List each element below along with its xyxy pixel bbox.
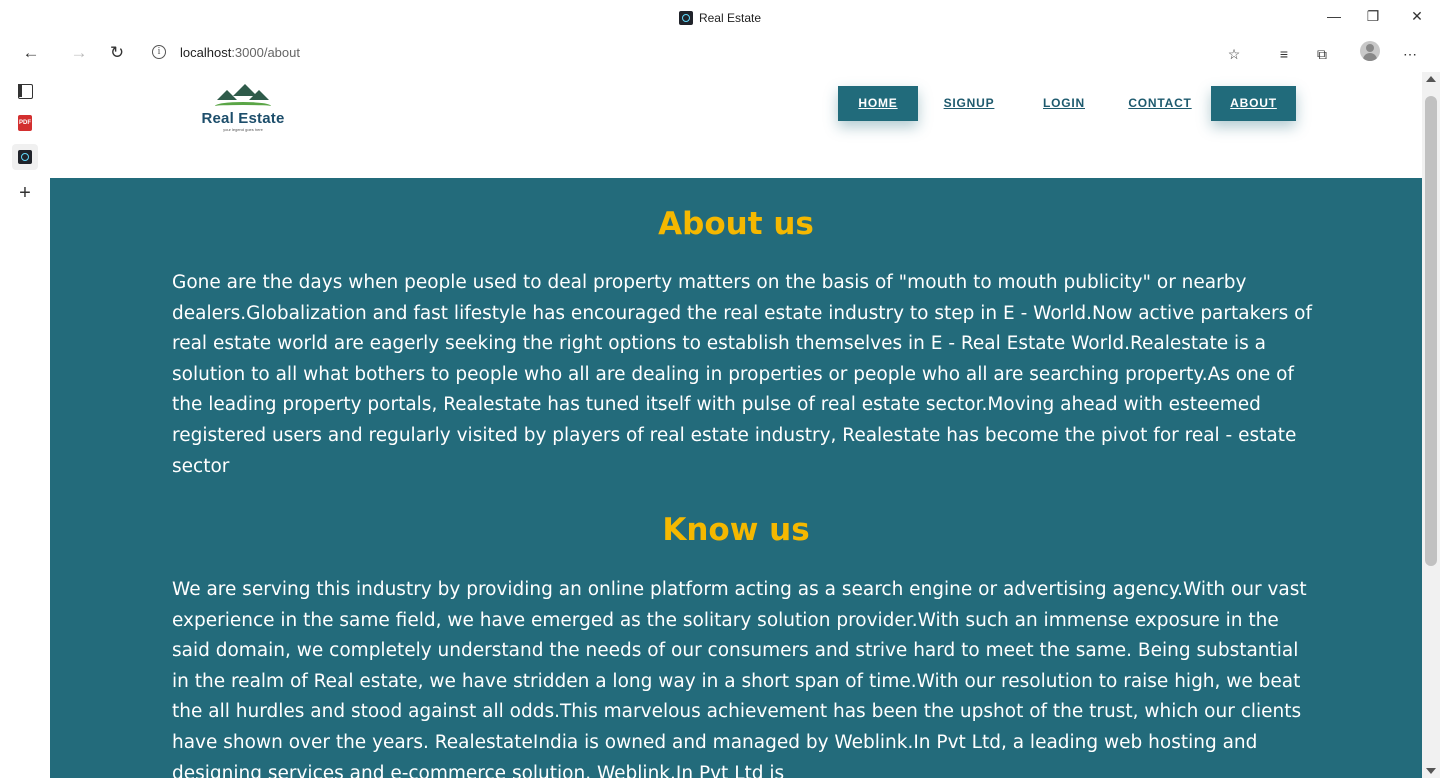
pdf-tab-icon[interactable]: [14, 112, 36, 134]
scroll-down-icon[interactable]: [1426, 768, 1436, 774]
forward-arrow-icon[interactable]: →: [68, 42, 90, 64]
more-menu-icon[interactable]: ⋯: [1400, 44, 1420, 64]
vertical-tabs-sidebar: +: [0, 72, 50, 778]
new-tab-icon[interactable]: +: [14, 182, 36, 204]
site-header: Real Estate your legend goes here HOME S…: [50, 72, 1422, 178]
collections-icon[interactable]: ⧉: [1312, 44, 1332, 64]
maximize-button[interactable]: ❐: [1350, 8, 1396, 25]
info-icon[interactable]: i: [152, 45, 166, 59]
about-text: Gone are the days when people used to de…: [172, 272, 1312, 477]
nav-signup[interactable]: SIGNUP: [932, 86, 1006, 121]
favorites-icon[interactable]: ≡: [1274, 44, 1294, 64]
react-favicon-icon: [678, 11, 693, 25]
page-viewport: Real Estate your legend goes here HOME S…: [50, 72, 1422, 778]
nav-contact[interactable]: CONTACT: [1116, 86, 1204, 121]
logo-text: Real Estate: [201, 110, 285, 127]
about-title: About us: [658, 206, 814, 242]
know-text: We are serving this industry by providin…: [172, 579, 1307, 778]
nav-home[interactable]: HOME: [838, 86, 918, 121]
address-bar: ← → ↻ i localhost:3000/about ☆ ≡ ⧉ ⋯: [0, 34, 1440, 72]
page-scrollbar[interactable]: [1422, 72, 1440, 778]
nav-login[interactable]: LOGIN: [1032, 86, 1096, 121]
tab-actions-icon[interactable]: [14, 80, 36, 102]
scroll-up-icon[interactable]: [1426, 76, 1436, 82]
site-logo[interactable]: Real Estate your legend goes here: [198, 84, 288, 140]
know-title: Know us: [662, 512, 810, 548]
nav-about[interactable]: ABOUT: [1211, 86, 1296, 121]
house-logo-icon: [215, 84, 271, 108]
logo-tagline: your legend goes here: [223, 127, 263, 132]
add-favorite-icon[interactable]: ☆: [1224, 44, 1244, 64]
url-text: localhost:3000/about: [180, 45, 300, 60]
url-field[interactable]: i localhost:3000/about: [138, 39, 1258, 67]
react-tab-icon[interactable]: [12, 144, 38, 170]
about-content: About us Gone are the days when people u…: [50, 178, 1422, 778]
window-title: Real Estate: [0, 11, 1440, 25]
back-arrow-icon[interactable]: ←: [20, 42, 42, 64]
scroll-thumb[interactable]: [1425, 96, 1437, 566]
profile-avatar[interactable]: [1360, 41, 1380, 61]
reload-icon[interactable]: ↻: [106, 42, 128, 64]
window-titlebar: Real Estate — ❐ ✕: [0, 0, 1440, 34]
close-window-button[interactable]: ✕: [1394, 8, 1440, 25]
